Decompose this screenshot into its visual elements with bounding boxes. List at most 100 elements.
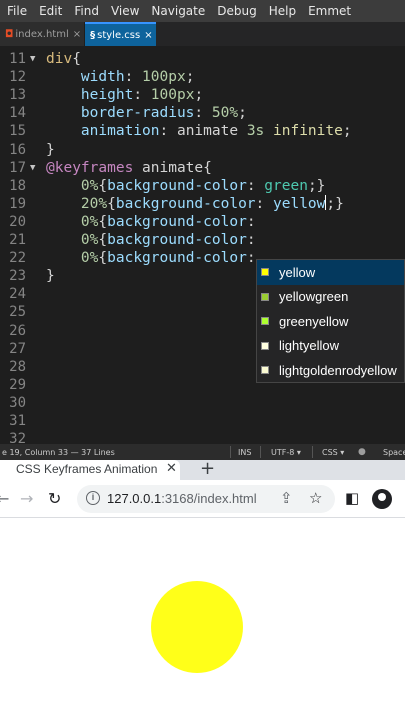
code-line[interactable]: 11 ▼ div{ [0,50,405,68]
code-token: background-color [107,213,247,230]
code-token: width [80,69,125,86]
browser-toolbar: ← → ↻ i 127.0.0.1:3168/index.html ⇪ ☆ ◧ [0,480,405,518]
line-number: 20 [9,213,26,230]
insert-mode[interactable]: INS [238,448,251,457]
autocomplete-item-lightyellow[interactable]: lightyellow [257,334,404,359]
code-line[interactable]: 31 [0,412,405,430]
code-token: ; [238,105,247,122]
code-token: animation [80,123,160,140]
fold-arrow-icon[interactable]: ▼ [30,159,35,177]
code-line[interactable]: 16} [0,141,405,159]
editor-tab-style-css[interactable]: § style.css × [85,22,156,46]
menu-item-edit[interactable]: Edit [32,4,67,18]
code-line[interactable]: 18 0%{background-color: green;} [0,177,405,195]
url-host: 127.0.0.1 [107,491,162,506]
encoding-selector[interactable]: UTF-8 ▾ [271,448,301,457]
url-text: 127.0.0.1:3168/index.html [107,491,257,506]
close-icon[interactable]: × [73,29,81,40]
editor-tab-index-html[interactable]: ◘ index.html × [0,22,86,46]
css3-icon: § [90,29,96,41]
code-token: : [194,105,212,122]
autocomplete-item-greenyellow[interactable]: greenyellow [257,309,404,334]
code-token: : [246,213,256,230]
line-number: 16 [9,141,26,158]
menu-item-find[interactable]: Find [67,4,104,18]
tab-label: style.css [97,29,141,41]
address-bar[interactable]: i 127.0.0.1:3168/index.html ⇪ ☆ [77,485,335,513]
autocomplete-item-yellow[interactable]: yellow [257,260,404,285]
code-token: 50% [211,105,239,122]
code-line[interactable]: 19 20%{background-color: yellow;} [0,194,405,213]
code-line[interactable]: 32 [0,430,405,444]
forward-arrow-icon[interactable]: → [20,489,33,508]
bookmark-star-icon[interactable]: ☆ [309,489,322,507]
new-tab-icon[interactable]: + [200,458,215,479]
linter-status-icon[interactable]: ● [358,447,366,457]
code-text: 0%{background-color: green;} [46,177,325,195]
color-swatch [261,292,269,301]
code-line[interactable]: 17 ▼ @keyframes animate{ [0,159,405,177]
menu-bar: File Edit Find View Navigate Debug Help Emmet [0,0,405,22]
browser-tab[interactable]: CSS Keyframes Animation ✕ [0,460,180,480]
back-arrow-icon[interactable]: ← [0,489,9,508]
line-number: 12 [9,69,26,86]
page-viewport [0,518,405,720]
code-line[interactable]: 21 0%{background-color: [0,231,405,249]
line-number: 17 [9,159,26,176]
code-line[interactable]: 13 height: 100px; [0,86,405,104]
code-token: { [98,213,108,230]
code-text: @keyframes animate{ [46,159,212,177]
close-icon[interactable]: ✕ [166,461,177,476]
fold-arrow-icon[interactable]: ▼ [30,50,35,68]
code-line[interactable]: 20 0%{background-color: [0,213,405,231]
language-selector[interactable]: CSS ▾ [322,448,344,457]
code-token: border-radius [80,105,195,122]
color-swatch [261,341,269,350]
site-info-icon[interactable]: i [86,491,100,505]
indentation-selector[interactable]: Spaces [383,448,405,457]
close-icon[interactable]: × [144,30,152,41]
code-line[interactable]: 15 animation: animate 3s infinite; [0,122,405,140]
autocomplete-item-lightgoldenrodyellow[interactable]: lightgoldenrodyellow [257,358,404,383]
code-token: green [264,177,308,194]
line-number: 14 [9,105,26,122]
menu-item-debug[interactable]: Debug [210,4,261,18]
line-number: 29 [9,376,26,393]
reload-icon[interactable]: ↻ [48,489,61,508]
menu-item-view[interactable]: View [104,4,144,18]
menu-item-emmet[interactable]: Emmet [301,4,356,18]
share-icon[interactable]: ⇪ [280,489,293,507]
code-token: 100px [142,69,186,86]
code-token: { [98,250,108,267]
menu-item-help[interactable]: Help [262,4,301,18]
code-line[interactable]: 14 border-radius: 50%; [0,104,405,122]
menu-item-file[interactable]: File [0,4,32,18]
autocomplete-label: lightyellow [279,338,339,354]
code-line[interactable]: 30 [0,394,405,412]
profile-avatar-icon[interactable] [372,489,392,509]
code-token: 3s [246,123,274,140]
code-token: div [46,51,73,67]
code-token: { [107,195,116,212]
code-token: { [72,51,81,67]
line-number: 23 [9,268,26,285]
code-token: 0% [80,250,99,267]
menu-item-navigate[interactable]: Navigate [144,4,210,18]
code-text: } [46,141,55,159]
line-number: 22 [9,250,26,267]
editor-tab-bar: ◘ index.html × § style.css × [0,22,405,46]
side-panel-icon[interactable]: ◧ [345,489,359,507]
code-token: } [46,268,55,285]
code-text: 0%{background-color: [46,231,256,249]
code-editor[interactable]: 11 ▼ div{12 width: 100px; 13 height: 100px;… [0,46,405,444]
code-token: 100px [150,87,195,104]
code-line[interactable]: 12 width: 100px; [0,68,405,86]
autocomplete-label: lightgoldenrodyellow [279,362,397,378]
code-token: background-color [107,232,247,248]
code-token: : [246,177,265,194]
autocomplete-item-yellowgreen[interactable]: yellowgreen [257,285,404,310]
